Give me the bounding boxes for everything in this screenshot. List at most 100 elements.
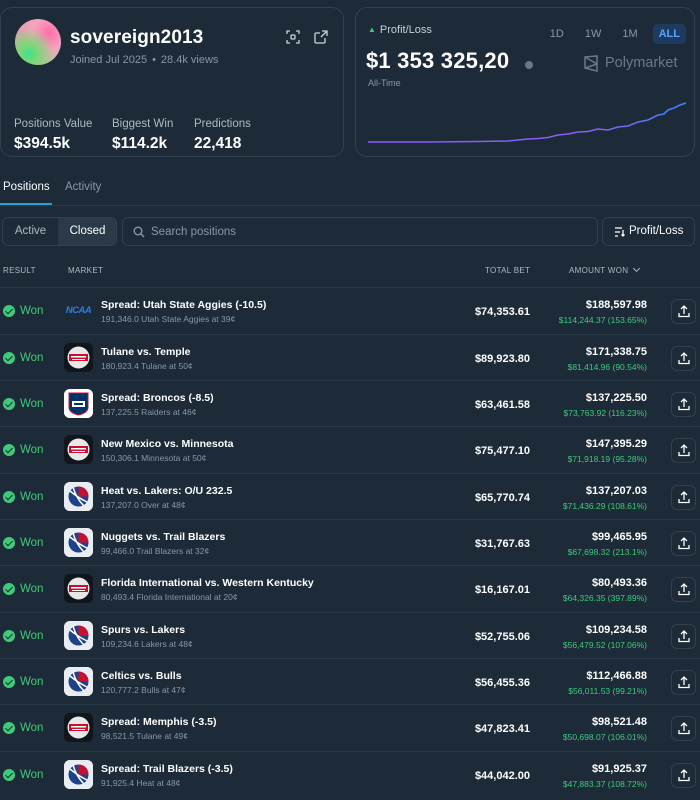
- profit-gain: $56,011.53 (99.21%): [568, 686, 647, 696]
- stat-biggest-win: Biggest Win $114.2k: [112, 118, 173, 153]
- result-label: Won: [20, 583, 44, 595]
- share-button[interactable]: [671, 670, 696, 695]
- amount-won: $137,207.03: [585, 485, 647, 497]
- pnl-period: All-Time: [368, 78, 401, 88]
- share-button[interactable]: [671, 438, 696, 463]
- check-circle-icon: [3, 630, 15, 642]
- search-box: [122, 217, 598, 246]
- share-icon: [678, 491, 690, 504]
- profit-gain: $81,414.96 (90.54%): [567, 362, 647, 372]
- result-label: Won: [20, 722, 44, 734]
- sort-profit-loss-button[interactable]: Profit/Loss: [602, 217, 695, 246]
- market-position: 80,493.4 Florida International at 20¢: [101, 592, 238, 602]
- profit-gain: $56,479.52 (107.06%): [562, 640, 647, 650]
- range-tab-all[interactable]: ALL: [652, 24, 686, 44]
- range-tab-1d[interactable]: 1D: [544, 24, 570, 44]
- share-button[interactable]: [671, 485, 696, 510]
- result-label: Won: [20, 444, 44, 456]
- info-icon[interactable]: [525, 61, 533, 69]
- header-total-bet[interactable]: TOTAL BET: [485, 266, 530, 275]
- market-title[interactable]: Nuggets vs. Trail Blazers: [101, 531, 225, 543]
- share-button[interactable]: [671, 763, 696, 788]
- table-row[interactable]: Won Celtics vs. Bulls 120,777.2 Bulls at 4…: [0, 658, 700, 705]
- total-bet: $47,823.41: [474, 723, 530, 735]
- total-bet: $31,767.63: [474, 538, 530, 550]
- table-row[interactable]: Won New Mexico vs. Minnesota 150,306.1 Min…: [0, 426, 700, 473]
- total-bet: $74,353.61: [474, 306, 530, 318]
- table-row[interactable]: Won Heat vs. Lakers: O/U 232.5 137,207.0 O…: [0, 473, 700, 520]
- table-row[interactable]: Won Spread: Memphis (-3.5) 98,521.5 Tulane…: [0, 704, 700, 751]
- check-circle-icon: [3, 398, 15, 410]
- market-title[interactable]: Spread: Trail Blazers (-3.5): [101, 763, 233, 775]
- market-title[interactable]: Heat vs. Lakers: O/U 232.5: [101, 485, 232, 497]
- total-bet: $63,461.58: [474, 399, 530, 411]
- market-position: 120,777.2 Bulls at 47¢: [101, 685, 186, 695]
- triangle-up-icon: ▲: [368, 25, 376, 34]
- nba-logo-icon: [64, 667, 93, 696]
- filter-closed[interactable]: Closed: [58, 218, 116, 245]
- profit-gain: $50,698.07 (106.01%): [562, 732, 647, 742]
- share-button[interactable]: [671, 299, 696, 324]
- pnl-label: ▲ Profit/Loss: [368, 24, 432, 36]
- avatar[interactable]: [15, 19, 61, 65]
- range-tab-1w[interactable]: 1W: [579, 24, 608, 44]
- filter-active[interactable]: Active: [3, 218, 58, 245]
- amount-won: $171,338.75: [585, 346, 647, 358]
- share-button[interactable]: [671, 392, 696, 417]
- market-title[interactable]: Florida International vs. Western Kentuc…: [101, 577, 314, 589]
- market-position: 99,466.0 Trail Blazers at 32¢: [101, 546, 210, 556]
- header-amount-won[interactable]: AMOUNT WON: [569, 264, 640, 275]
- result-status: Won: [3, 722, 43, 734]
- result-status: Won: [3, 352, 43, 364]
- market-title[interactable]: Tulane vs. Temple: [101, 346, 190, 358]
- range-tab-1m[interactable]: 1M: [616, 24, 643, 44]
- polymarket-logo-icon: [583, 55, 599, 77]
- pnl-value: $1 353 325,20: [366, 48, 510, 73]
- stat-value: $114.2k: [112, 135, 168, 152]
- table-row[interactable]: Won Spurs vs. Lakers 109,234.6 Lakers at 4…: [0, 612, 700, 659]
- market-title[interactable]: Celtics vs. Bulls: [101, 670, 182, 682]
- result-status: Won: [3, 630, 43, 642]
- external-link-icon[interactable]: [314, 30, 328, 44]
- nba-logo-icon: [64, 621, 93, 650]
- check-circle-icon: [3, 769, 15, 781]
- sort-icon: [615, 227, 625, 237]
- total-bet: $65,770.74: [474, 492, 530, 504]
- cfb-logo-icon: [64, 574, 93, 603]
- market-title[interactable]: New Mexico vs. Minnesota: [101, 438, 233, 450]
- market-position: 109,234.6 Lakers at 48¢: [101, 639, 193, 649]
- share-button[interactable]: [671, 346, 696, 371]
- table-row[interactable]: Won Spread: Trail Blazers (-3.5) 91,925.4 …: [0, 751, 700, 798]
- tab-positions[interactable]: Positions: [3, 181, 50, 193]
- table-row[interactable]: Won Nuggets vs. Trail Blazers 99,466.0 Tra…: [0, 519, 700, 566]
- check-circle-icon: [3, 305, 15, 317]
- market-title[interactable]: Spurs vs. Lakers: [101, 624, 185, 636]
- result-status: Won: [3, 398, 43, 410]
- market-title[interactable]: Spread: Utah State Aggies (-10.5): [101, 299, 266, 311]
- table-row[interactable]: Won Spread: Broncos (-8.5) 137,225.5 Raide…: [0, 380, 700, 427]
- profit-gain: $73,763.92 (116.23%): [563, 408, 648, 418]
- share-icon: [678, 352, 690, 365]
- table-row[interactable]: Won NCAA Spread: Utah State Aggies (-10.5)…: [0, 287, 700, 334]
- stat-value: 22,418: [194, 135, 242, 152]
- share-button[interactable]: [671, 624, 696, 649]
- share-icon: [678, 444, 690, 457]
- scan-icon[interactable]: [286, 30, 300, 44]
- table-row[interactable]: Won Florida International vs. Western Ken…: [0, 565, 700, 612]
- share-button[interactable]: [671, 716, 696, 741]
- header-amount-won-label: AMOUNT WON: [569, 266, 629, 275]
- result-label: Won: [20, 352, 44, 364]
- search-input[interactable]: [151, 218, 591, 245]
- share-button[interactable]: [671, 577, 696, 602]
- total-bet: $16,167.01: [474, 584, 530, 596]
- market-title[interactable]: Spread: Broncos (-8.5): [101, 392, 214, 404]
- view-count: 28.4k views: [160, 54, 219, 66]
- market-title[interactable]: Spread: Memphis (-3.5): [101, 716, 217, 728]
- tab-activity[interactable]: Activity: [65, 181, 101, 193]
- nba-logo-icon: [64, 528, 93, 557]
- share-button[interactable]: [671, 531, 696, 556]
- table-row[interactable]: Won Tulane vs. Temple 180,923.4 Tulane at …: [0, 334, 700, 381]
- amount-won: $112,466.88: [586, 670, 647, 682]
- result-label: Won: [20, 398, 44, 410]
- check-circle-icon: [3, 722, 15, 734]
